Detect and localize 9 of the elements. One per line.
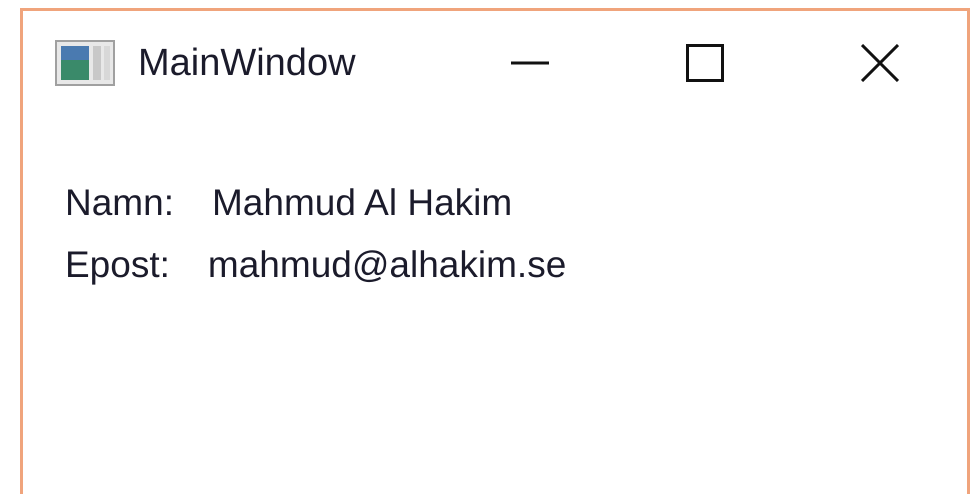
window-icon	[55, 40, 115, 86]
field-value: Mahmud Al Hakim	[212, 182, 512, 224]
field-value: mahmud@alhakim.se	[208, 244, 566, 286]
window-title: MainWindow	[138, 42, 357, 84]
field-label: Namn:	[65, 182, 174, 224]
maximize-icon	[686, 44, 724, 82]
field-label: Epost:	[65, 244, 170, 286]
minimize-icon	[510, 61, 548, 65]
close-icon	[860, 44, 898, 82]
